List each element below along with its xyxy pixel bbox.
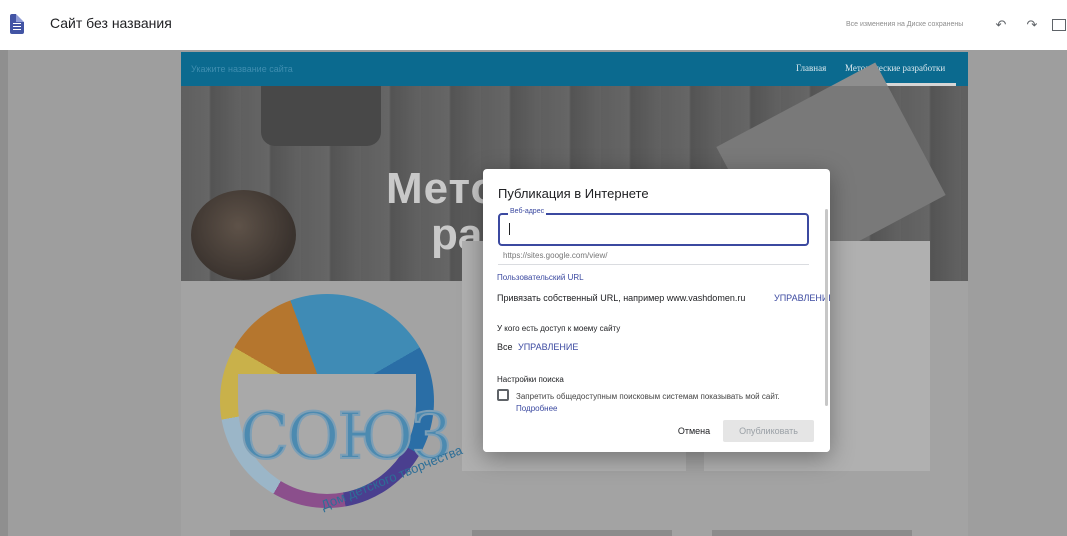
- search-block-text: Запретить общедоступным поисковым систем…: [516, 392, 780, 401]
- text-caret: [509, 223, 510, 235]
- publish-button[interactable]: Опубликовать: [723, 420, 814, 442]
- bind-url-text: Привязать собственный URL, например www.…: [497, 293, 746, 303]
- caption-placeholder: [230, 530, 410, 536]
- bind-url-manage-button[interactable]: УПРАВЛЕНИЕ: [774, 293, 830, 303]
- access-heading: У кого есть доступ к моему сайту: [497, 324, 621, 333]
- cancel-button[interactable]: Отмена: [671, 420, 717, 442]
- url-prefix: https://sites.google.com/view/: [503, 251, 608, 260]
- top-bar: Сайт без названия Все изменения на Диске…: [0, 0, 1067, 50]
- caption-placeholder: [472, 530, 672, 536]
- search-block-label: Запретить общедоступным поисковым систем…: [516, 391, 812, 415]
- dialog-title: Публикация в Интернете: [498, 186, 649, 201]
- site-name-placeholder[interactable]: Укажите название сайта: [191, 64, 293, 74]
- access-value: Все: [497, 342, 513, 352]
- left-panel-edge: [0, 50, 8, 536]
- custom-url-link[interactable]: Пользовательский URL: [497, 273, 584, 282]
- dialog-scrollbar[interactable]: [825, 209, 828, 406]
- learn-more-link[interactable]: Подробнее: [516, 404, 558, 413]
- url-prefix-divider: [498, 264, 809, 265]
- publish-dialog: Публикация в Интернете Веб-адрес https:/…: [483, 169, 830, 452]
- preview-icon[interactable]: [1052, 19, 1066, 31]
- google-sites-icon[interactable]: [10, 14, 24, 34]
- web-address-label: Веб-адрес: [508, 208, 547, 215]
- search-settings-heading: Настройки поиска: [497, 375, 564, 384]
- search-block-checkbox[interactable]: [497, 389, 509, 401]
- nav-item-home[interactable]: Главная: [796, 63, 826, 73]
- redo-icon[interactable]: ↷: [1024, 18, 1040, 32]
- caption-placeholder: [712, 530, 912, 536]
- web-address-field[interactable]: Веб-адрес: [498, 208, 809, 246]
- site-title[interactable]: Сайт без названия: [50, 15, 172, 31]
- undo-icon[interactable]: ↶: [993, 18, 1009, 32]
- access-manage-button[interactable]: УПРАВЛЕНИЕ: [518, 342, 578, 352]
- dialog-actions: Отмена Опубликовать: [483, 414, 830, 452]
- web-address-input[interactable]: [512, 221, 802, 239]
- saved-status: Все изменения на Диске сохранены: [846, 21, 964, 28]
